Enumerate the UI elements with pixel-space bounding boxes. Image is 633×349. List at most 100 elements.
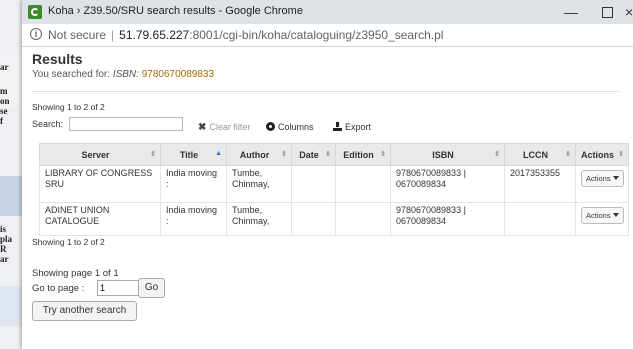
address-separator: | xyxy=(111,28,115,42)
column-header-title[interactable]: Title ▲ xyxy=(160,143,227,166)
results-count-bottom: Showing 1 to 2 of 2 xyxy=(32,237,105,247)
goto-page-input[interactable] xyxy=(97,280,139,296)
table-row: ADINET UNION CATALOGUE India moving : Tu… xyxy=(39,202,629,236)
page-summary: Showing page 1 of 1 xyxy=(32,268,119,279)
goto-page-label: Go to page : xyxy=(32,283,85,294)
results-table: Server ⇕ Title ▲ Author ⇕ Date ⇕ Edition ⇕ IS… xyxy=(39,143,629,236)
sort-ascending-icon: ▲ xyxy=(215,150,222,157)
sort-icon: ⇕ xyxy=(380,151,386,158)
column-header-label: LCCN xyxy=(523,149,548,160)
background-text: is xyxy=(0,224,7,234)
cell-date xyxy=(291,165,336,203)
export-label: Export xyxy=(345,122,372,132)
background-text: R xyxy=(0,244,7,254)
page-title: Results xyxy=(32,51,83,67)
table-header-row: Server ⇕ Title ▲ Author ⇕ Date ⇕ Edition ⇕ IS… xyxy=(39,143,629,166)
background-panel xyxy=(0,176,22,216)
background-text: ar xyxy=(0,254,9,264)
actions-label: Actions xyxy=(586,211,611,220)
close-button[interactable]: × xyxy=(625,2,633,22)
caret-down-icon xyxy=(612,213,619,217)
column-header-label: Edition xyxy=(343,149,374,160)
sort-icon: ⇕ xyxy=(494,151,500,158)
column-header-edition[interactable]: Edition ⇕ xyxy=(335,143,391,166)
cell-isbn: 9780670089833 | 0670089834 xyxy=(390,202,505,236)
column-header-label: Author xyxy=(239,149,270,160)
minimize-button[interactable]: — xyxy=(553,2,589,22)
info-icon[interactable]: i xyxy=(30,28,42,40)
table-search-input[interactable] xyxy=(69,117,183,131)
searched-for-label: You searched for: xyxy=(32,69,111,80)
column-header-server[interactable]: Server ⇕ xyxy=(39,143,161,166)
cell-edition xyxy=(335,165,391,203)
cell-lccn xyxy=(504,202,576,236)
actions-dropdown-button[interactable]: Actions xyxy=(581,207,624,224)
column-header-actions[interactable]: Actions ⇕ xyxy=(575,143,629,166)
clear-filter-button[interactable]: ✖ Clear filter xyxy=(198,122,250,133)
cell-isbn: 9780670089833 | 0670089834 xyxy=(390,165,505,203)
results-count-top: Showing 1 to 2 of 2 xyxy=(32,102,105,112)
background-text: f xyxy=(0,116,3,126)
window-title: Koha › Z39.50/SRU search results - Googl… xyxy=(48,5,303,17)
column-header-label: Date xyxy=(299,149,319,160)
actions-label: Actions xyxy=(586,174,611,183)
columns-button[interactable]: Columns xyxy=(266,122,314,132)
sort-icon: ⇕ xyxy=(325,151,331,158)
clear-filter-label: Clear filter xyxy=(209,122,251,132)
sort-icon: ⇕ xyxy=(150,151,156,158)
search-summary: You searched for: ISBN: 9780670089833 xyxy=(32,69,214,80)
cell-author: Tumbe, Chinmay, xyxy=(226,165,292,203)
page-content: Results You searched for: ISBN: 97806700… xyxy=(22,47,633,349)
background-text: ar xyxy=(0,62,9,72)
clear-filter-icon: ✖ xyxy=(198,122,207,133)
column-header-isbn[interactable]: ISBN ⇕ xyxy=(390,143,505,166)
sort-icon: ⇕ xyxy=(281,151,287,158)
address-text[interactable]: Not secure | 51.79.65.227:8001/cgi-bin/koh… xyxy=(48,28,443,42)
column-header-label: ISBN xyxy=(432,149,454,160)
gear-icon xyxy=(266,122,275,131)
column-header-author[interactable]: Author ⇕ xyxy=(226,143,292,166)
search-isbn-value: 9780670089833 xyxy=(141,69,215,80)
background-text: pla xyxy=(0,234,13,244)
divider xyxy=(32,91,619,92)
cell-actions: Actions xyxy=(575,202,629,236)
cell-date xyxy=(291,202,336,236)
cell-edition xyxy=(335,202,391,236)
address-bar[interactable]: i Not secure | 51.79.65.227:8001/cgi-bin/k… xyxy=(22,24,633,47)
cell-title: India moving : xyxy=(160,202,227,236)
maximize-button[interactable] xyxy=(589,2,625,22)
columns-label: Columns xyxy=(278,122,314,132)
cell-actions: Actions xyxy=(575,165,629,203)
sort-icon: ⇕ xyxy=(565,151,571,158)
background-panel xyxy=(0,286,22,326)
caret-down-icon xyxy=(612,176,619,180)
background-text: on xyxy=(0,96,10,106)
title-bar[interactable]: Koha › Z39.50/SRU search results - Googl… xyxy=(22,0,633,24)
cell-title: India moving : xyxy=(160,165,227,203)
column-header-date[interactable]: Date ⇕ xyxy=(291,143,336,166)
sort-icon: ⇕ xyxy=(618,151,624,158)
try-another-search-button[interactable]: Try another search xyxy=(32,301,137,321)
cell-author: Tumbe, Chinmay, xyxy=(226,202,292,236)
column-header-label: Actions xyxy=(580,149,614,160)
export-button[interactable]: Export xyxy=(333,122,371,132)
go-button[interactable]: Go xyxy=(138,278,165,298)
column-header-label: Server xyxy=(81,149,110,160)
background-window-strip: ar m on se f is pla R ar xyxy=(0,0,22,349)
export-icon xyxy=(333,122,342,131)
table-row: LIBRARY OF CONGRESS SRU India moving : T… xyxy=(39,165,629,203)
background-text: se xyxy=(0,106,8,116)
actions-dropdown-button[interactable]: Actions xyxy=(581,170,624,187)
column-header-label: Title xyxy=(179,149,199,160)
popup-window: Koha › Z39.50/SRU search results - Googl… xyxy=(22,0,633,349)
cell-server: ADINET UNION CATALOGUE xyxy=(39,202,161,236)
column-header-lccn[interactable]: LCCN ⇕ xyxy=(504,143,576,166)
cell-lccn: 2017353355 xyxy=(504,165,576,203)
cell-server: LIBRARY OF CONGRESS SRU xyxy=(39,165,161,203)
koha-favicon-icon xyxy=(28,5,42,19)
address-host: 51.79.65.227 xyxy=(119,28,190,42)
background-text: m xyxy=(0,86,8,96)
table-search-label: Search: xyxy=(32,119,64,129)
search-field-label: ISBN: xyxy=(112,69,139,80)
address-path: :8001/cgi-bin/koha/cataloguing/z3950_sea… xyxy=(189,28,444,42)
